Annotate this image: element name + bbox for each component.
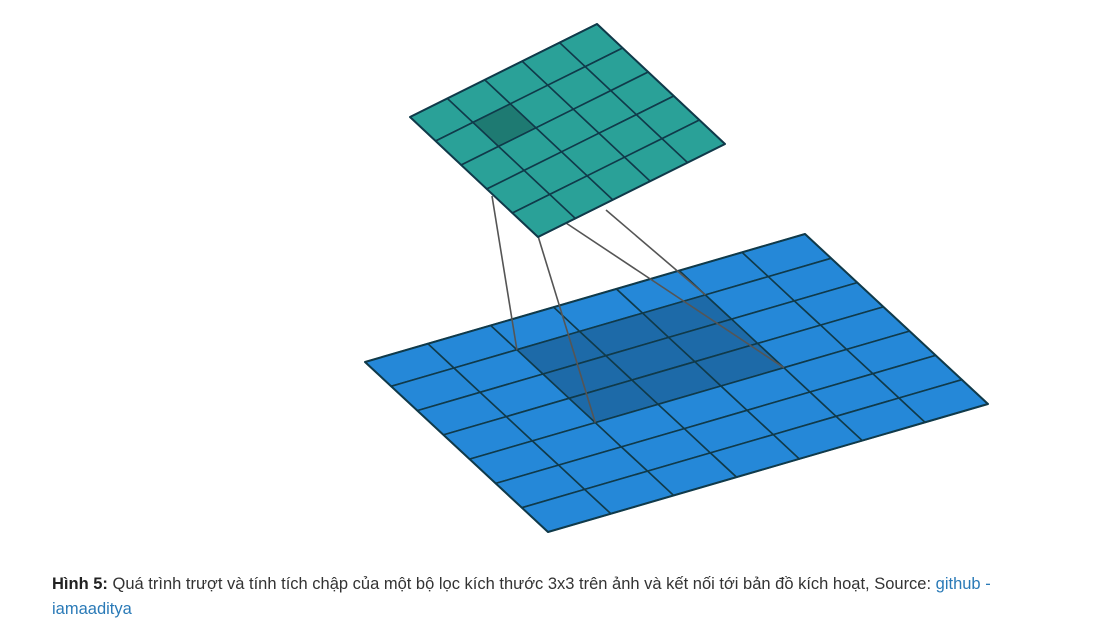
input-image-grid [364,233,989,533]
figure-caption: Hình 5: Quá trình trượt và tính tích chậ… [52,572,1062,622]
convolution-figure [0,0,1108,560]
activation-map-grid [409,23,726,238]
convolution-diagram [364,23,989,533]
caption-text: Quá trình trượt và tính tích chập của mộ… [107,575,936,593]
caption-label: Hình 5: [52,575,108,593]
